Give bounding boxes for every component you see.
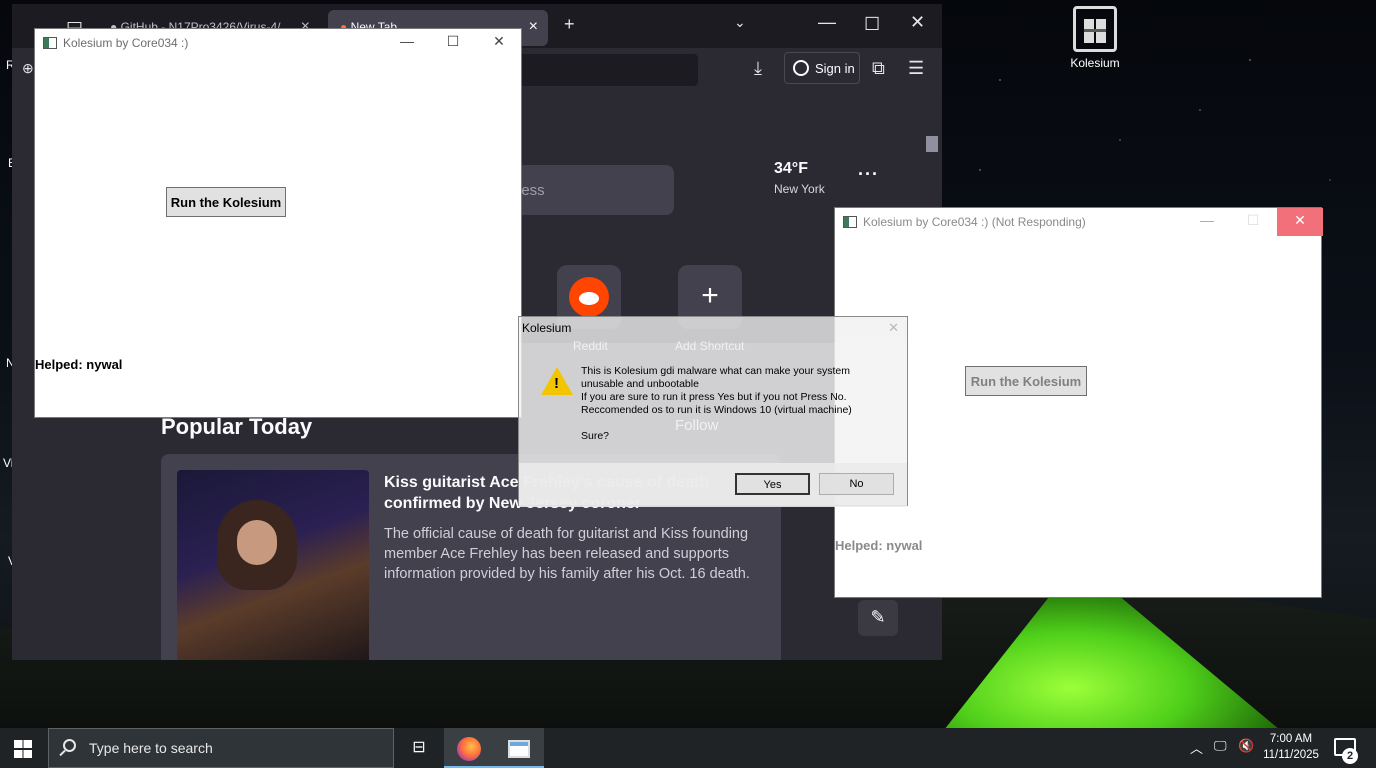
sign-in-label: Sign in — [815, 61, 855, 76]
plus-icon: + — [701, 279, 719, 312]
newtab-search-input[interactable]: dress — [502, 165, 674, 215]
kolesium-window: Kolesium by Core034 :) — ☐ ✕ Run the Kol… — [34, 28, 522, 418]
download-icon[interactable]: ⤓ — [754, 58, 762, 79]
weather-more-icon[interactable]: ··· — [858, 164, 879, 185]
article-description: The official cause of death for guitaris… — [384, 526, 750, 582]
window-title: Kolesium by Core034 :) (Not Responding) — [863, 215, 1086, 229]
taskbar-kolesium[interactable] — [494, 728, 544, 768]
helped-label: Helped: nywal — [835, 538, 923, 553]
window-titlebar[interactable]: Kolesium by Core034 :) — ☐ ✕ — [35, 29, 521, 57]
sign-in-button[interactable]: Sign in — [784, 52, 860, 84]
kolesium-window-icon — [508, 740, 530, 758]
search-icon — [63, 739, 76, 752]
extensions-icon[interactable]: ⧉ — [872, 58, 885, 79]
dialog-title: Kolesium — [522, 321, 572, 335]
network-icon[interactable]: 🖵 — [1214, 738, 1227, 754]
dialog-message: This is Kolesium gdi malware what can ma… — [581, 365, 852, 442]
minimize-icon[interactable]: — — [1187, 212, 1227, 234]
window-title: Kolesium by Core034 :) — [63, 36, 189, 50]
clock-date: 11/11/2025 — [1263, 749, 1319, 761]
url-bar[interactable] — [512, 54, 698, 86]
maximize-icon[interactable]: ☐ — [1233, 212, 1273, 234]
close-icon[interactable]: ✕ — [1277, 208, 1323, 236]
clock-time: 7:00 AM — [1269, 733, 1313, 745]
new-tab-icon[interactable]: + — [564, 14, 575, 35]
close-tab-icon[interactable]: × — [529, 18, 538, 36]
kolesium-warning-dialog: Kolesium ✕ Reddit Add Shortcut Follow Th… — [518, 316, 908, 507]
minimize-icon[interactable]: — — [387, 33, 427, 55]
task-view-icon[interactable]: ⊟ — [394, 728, 444, 768]
taskbar-search-input[interactable]: Type here to search — [48, 728, 394, 768]
window-titlebar[interactable]: Kolesium by Core034 :) (Not Responding) … — [835, 208, 1323, 236]
maximize-icon[interactable]: ☐ — [433, 33, 473, 55]
notification-count-badge: 2 — [1342, 748, 1358, 764]
taskbar-clock[interactable]: 7:00 AM 11/11/2025 — [1258, 731, 1324, 763]
maximize-icon[interactable]: ☐ — [864, 14, 880, 35]
reddit-icon — [569, 277, 609, 317]
taskbar-firefox[interactable] — [444, 728, 494, 768]
chevron-down-icon[interactable]: ⌄ — [734, 14, 746, 31]
close-icon[interactable]: ✕ — [479, 33, 519, 55]
minimize-icon[interactable]: — — [818, 12, 836, 33]
run-kolesium-button[interactable]: Run the Kolesium — [166, 187, 286, 217]
warning-icon — [541, 367, 573, 395]
weather-temperature: 34°F — [774, 160, 808, 177]
desktop-icon-label: Kolesium — [1070, 56, 1120, 70]
menu-icon[interactable]: ☰ — [908, 58, 924, 79]
firefox-icon — [457, 737, 481, 761]
sidebar-icon[interactable]: ⊕ — [22, 60, 34, 77]
yes-button[interactable]: Yes — [735, 473, 810, 495]
kolesium-app-icon — [1073, 6, 1117, 52]
close-icon[interactable]: ✕ — [888, 320, 899, 336]
helped-label: Helped: nywal — [35, 357, 123, 372]
app-icon — [843, 216, 857, 228]
chevron-up-icon[interactable]: ︿ — [1190, 738, 1203, 757]
account-icon — [793, 60, 809, 76]
edit-pencil-icon[interactable]: ✎ — [858, 600, 898, 636]
no-button[interactable]: No — [819, 473, 894, 495]
run-kolesium-button[interactable]: Run the Kolesium — [965, 366, 1087, 396]
taskbar: Type here to search ⊟ ︿ 🖵 🔇 7:00 AM 11/1… — [0, 728, 1376, 768]
volume-muted-icon[interactable]: 🔇 — [1238, 738, 1254, 754]
start-windows-icon[interactable] — [14, 740, 32, 758]
scrollbar-thumb[interactable] — [926, 136, 938, 152]
desktop-icon-kolesium[interactable]: Kolesium — [1060, 6, 1130, 70]
article-image — [177, 470, 369, 660]
close-icon[interactable]: ✕ — [910, 12, 925, 33]
search-placeholder: Type here to search — [89, 740, 213, 756]
app-icon — [43, 37, 57, 49]
shortcut-label-ghost: Reddit — [573, 339, 608, 353]
weather-city: New York — [774, 182, 825, 196]
shortcut-label-ghost: Add Shortcut — [675, 339, 745, 353]
